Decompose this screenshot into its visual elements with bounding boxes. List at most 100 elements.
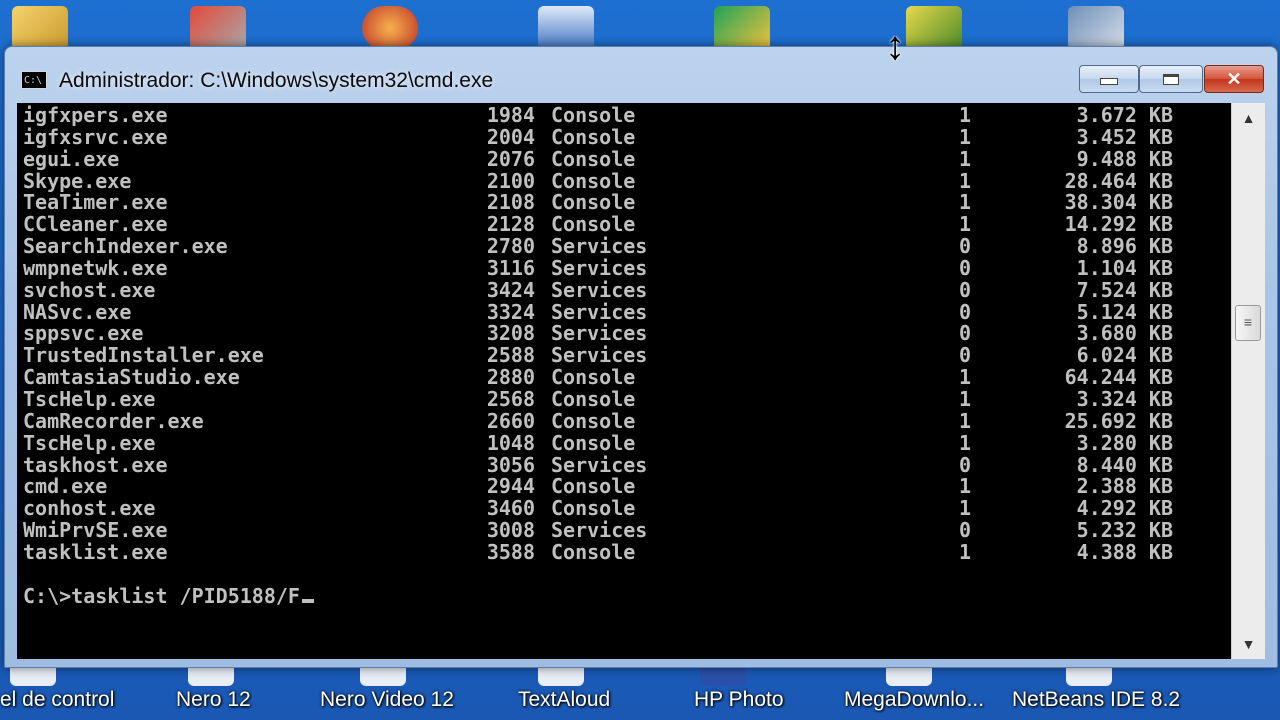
session-number: 1 <box>959 365 972 390</box>
session-name: Services <box>551 255 648 280</box>
session-number: 0 <box>959 255 972 280</box>
folder-icon[interactable] <box>12 6 68 50</box>
process-name: TeaTimer.exe <box>23 190 168 215</box>
process-name: igfxsrvc.exe <box>23 124 168 149</box>
process-row: CamRecorder.exe 2660 Console 1 25.692 KB <box>23 408 1173 433</box>
process-row: WmiPrvSE.exe 3008 Services 0 5.232 KB <box>23 518 1173 543</box>
process-row: SearchIndexer.exe 2780 Services 0 8.896 KB <box>23 234 1173 259</box>
process-row: tasklist.exe 3588 Console 1 4.388 KB <box>23 541 1173 564</box>
session-name: Services <box>551 452 648 477</box>
minimize-button[interactable] <box>1079 65 1139 93</box>
process-name: svchost.exe <box>23 277 156 302</box>
text-cursor <box>301 598 314 603</box>
process-row: CCleaner.exe 2128 Console 1 14.292 KB <box>23 212 1173 237</box>
session-name: Console <box>551 103 636 127</box>
memory-usage: 2.388 KB <box>1076 474 1173 499</box>
memory-usage: 4.388 KB <box>1076 539 1173 564</box>
process-row: igfxpers.exe 1984 Console 1 3.672 KB <box>23 104 1173 127</box>
desktop-label-nero-video[interactable]: Nero Video 12 <box>320 688 454 712</box>
session-number: 1 <box>959 168 972 193</box>
process-name: egui.exe <box>23 146 120 171</box>
nero-icon[interactable] <box>362 6 418 50</box>
window-title: Administrador: C:\Windows\system32\cmd.e… <box>59 69 494 92</box>
process-pid: 3460 <box>486 496 535 521</box>
session-name: Console <box>551 386 636 411</box>
console-output[interactable]: igfxpers.exe 1984 Console 1 3.672 KB igfxsrvc… <box>17 103 1231 659</box>
scroll-up-button[interactable]: ▲ <box>1232 103 1265 133</box>
session-number: 1 <box>959 124 972 149</box>
maximize-button[interactable] <box>1139 65 1203 93</box>
desktop-label-megadownload[interactable]: MegaDownlo... <box>844 688 984 712</box>
session-name: Services <box>551 321 648 346</box>
desktop-label-hp-photo[interactable]: HP Photo <box>694 688 784 712</box>
session-number: 1 <box>959 146 972 171</box>
app-icon[interactable] <box>906 6 962 50</box>
process-row: conhost.exe 3460 Console 1 4.292 KB <box>23 496 1173 521</box>
process-pid: 2100 <box>486 168 535 193</box>
process-pid: 3116 <box>486 255 535 280</box>
resize-cursor-icon: ↕ <box>885 24 905 68</box>
memory-usage: 8.440 KB <box>1076 452 1173 477</box>
process-pid: 1048 <box>486 430 535 455</box>
process-name: CCleaner.exe <box>23 212 168 237</box>
memory-usage: 3.452 KB <box>1076 124 1173 149</box>
process-pid: 2004 <box>486 124 535 149</box>
process-name: Skype.exe <box>23 168 132 193</box>
process-row: Skype.exe 2100 Console 1 28.464 KB <box>23 168 1173 193</box>
process-name: SearchIndexer.exe <box>23 234 228 259</box>
process-pid: 2076 <box>486 146 535 171</box>
desktop-label-nero[interactable]: Nero 12 <box>176 688 251 712</box>
session-number: 0 <box>959 343 972 368</box>
session-number: 1 <box>959 474 972 499</box>
session-number: 0 <box>959 277 972 302</box>
desktop-label-netbeans[interactable]: NetBeans IDE 8.2 <box>1012 688 1180 712</box>
monitor-icon[interactable] <box>538 6 594 50</box>
scroll-down-button[interactable]: ▼ <box>1232 629 1265 659</box>
vertical-scrollbar[interactable]: ▲ ≡ ▼ <box>1231 103 1265 659</box>
session-name: Console <box>551 539 636 564</box>
process-name: CamRecorder.exe <box>23 408 204 433</box>
desktop-label-textaloud[interactable]: TextAloud <box>518 688 610 712</box>
process-pid: 3324 <box>486 299 535 324</box>
close-button[interactable]: ✕ <box>1204 65 1264 93</box>
process-name: WmiPrvSE.exe <box>23 518 168 543</box>
memory-usage: 3.280 KB <box>1076 430 1173 455</box>
session-number: 1 <box>959 430 972 455</box>
session-number: 1 <box>959 212 972 237</box>
session-number: 1 <box>959 386 972 411</box>
session-number: 0 <box>959 299 972 324</box>
grip-icon: ≡ <box>1243 314 1253 330</box>
process-row: wmpnetwk.exe 3116 Services 0 1.104 KB <box>23 257 1173 280</box>
process-row: NASvc.exe 3324 Services 0 5.124 KB <box>23 299 1173 324</box>
memory-usage: 3.672 KB <box>1076 103 1173 127</box>
memory-usage: 9.488 KB <box>1076 146 1173 171</box>
desktop-label-control-panel[interactable]: el de control <box>0 688 114 712</box>
process-name: TscHelp.exe <box>23 386 156 411</box>
session-number: 0 <box>959 234 972 259</box>
process-row: cmd.exe 2944 Console 1 2.388 KB <box>23 475 1173 498</box>
process-pid: 1984 <box>486 103 535 127</box>
process-row: TeaTimer.exe 2108 Console 1 38.304 KB <box>23 190 1173 215</box>
app-icon[interactable] <box>190 6 246 50</box>
process-name: NASvc.exe <box>23 299 132 324</box>
session-name: Console <box>551 408 636 433</box>
process-row: igfxsrvc.exe 2004 Console 1 3.452 KB <box>23 124 1173 149</box>
scroll-thumb[interactable]: ≡ <box>1235 305 1261 341</box>
process-pid: 3424 <box>486 277 535 302</box>
process-pid: 3588 <box>486 539 535 564</box>
process-row: taskhost.exe 3056 Services 0 8.440 KB <box>23 454 1173 477</box>
app-icon[interactable] <box>1068 6 1124 50</box>
command-prompt[interactable]: C:\>tasklist /PID5188/F <box>23 585 314 608</box>
session-name: Console <box>551 365 636 390</box>
process-name: conhost.exe <box>23 496 156 521</box>
cmd-window[interactable]: C:\ Administrador: C:\Windows\system32\c… <box>4 46 1278 668</box>
process-row: sppsvc.exe 3208 Services 0 3.680 KB <box>23 323 1173 345</box>
cmd-icon[interactable]: C:\ <box>21 71 47 89</box>
process-row: CamtasiaStudio.exe 2880 Console 1 64.244 KB <box>23 366 1173 389</box>
title-bar[interactable]: C:\ Administrador: C:\Windows\system32\c… <box>5 47 1277 105</box>
app-icon[interactable] <box>714 6 770 50</box>
memory-usage: 5.232 KB <box>1076 518 1173 543</box>
memory-usage: 64.244 KB <box>1064 365 1173 390</box>
maximize-icon <box>1163 74 1179 85</box>
process-row: egui.exe 2076 Console 1 9.488 KB <box>23 146 1173 171</box>
